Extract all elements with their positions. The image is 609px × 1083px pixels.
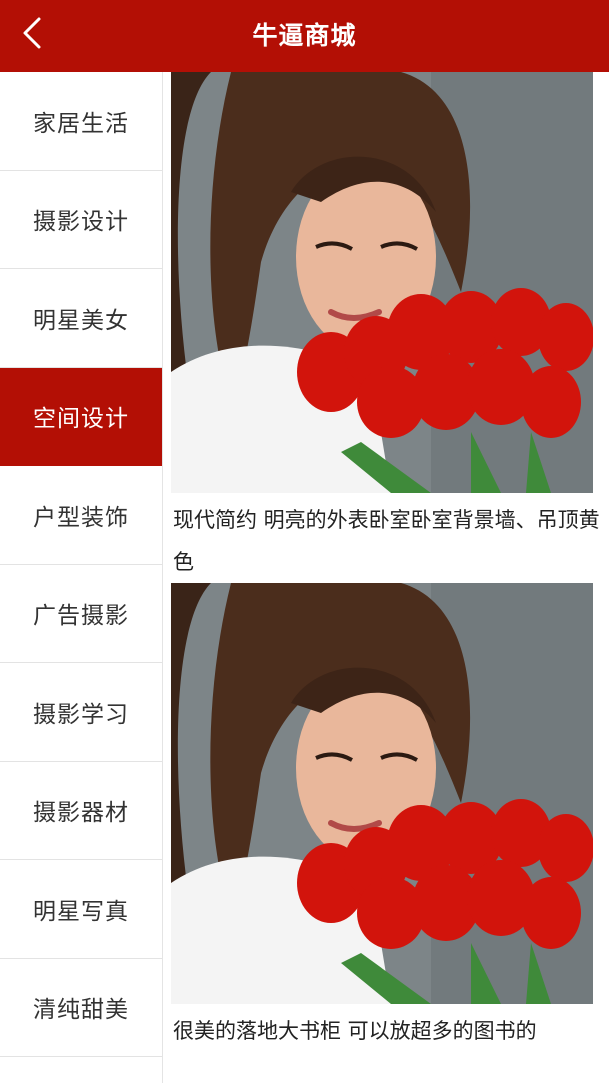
sidebar-item-label: 广告摄影 (33, 603, 129, 630)
sidebar-item-sweet[interactable]: 清纯甜美 (0, 959, 162, 1057)
product-photo (171, 583, 593, 1004)
category-sidebar: 家居生活 摄影设计 明星美女 空间设计 户型装饰 广告摄影 摄影学习 摄影器材 … (0, 72, 163, 1083)
product-card[interactable]: 很美的落地大书柜 可以放超多的图书的 (171, 583, 593, 1083)
product-caption: 很美的落地大书柜 可以放超多的图书的 (173, 1019, 537, 1043)
sidebar-item-photo-design[interactable]: 摄影设计 (0, 171, 162, 269)
header-bar: 牛逼商城 (0, 0, 609, 72)
sidebar-item-label: 空间设计 (33, 406, 129, 433)
sidebar-item-label: 清纯甜美 (33, 997, 129, 1024)
sidebar-item-label: 摄影器材 (33, 800, 129, 827)
sidebar-item-label: 摄影设计 (33, 209, 129, 236)
sidebar-item-home-life[interactable]: 家居生活 (0, 72, 162, 171)
sidebar-item-photo-learning[interactable]: 摄影学习 (0, 663, 162, 762)
product-caption: 现代简约 明亮的外表卧室卧室背景墙、吊顶黄色 (173, 508, 600, 574)
product-card[interactable]: 现代简约 明亮的外表卧室卧室背景墙、吊顶黄色 (171, 72, 600, 583)
sidebar-item-star-portrait[interactable]: 明星写真 (0, 860, 162, 959)
sidebar-item-label: 摄影学习 (33, 701, 129, 728)
sidebar-item-label: 户型装饰 (33, 504, 129, 531)
sidebar-item-ad-photo[interactable]: 广告摄影 (0, 565, 162, 663)
sidebar-item-label: 家居生活 (33, 110, 129, 137)
sidebar-item-label: 明星美女 (33, 307, 129, 334)
sidebar-item-decoration[interactable]: 户型装饰 (0, 466, 162, 565)
product-list: 现代简约 明亮的外表卧室卧室背景墙、吊顶黄色 很美的落地大书柜 可以放超多的图书… (163, 72, 609, 1083)
page-title: 牛逼商城 (252, 21, 357, 50)
sidebar-item-photo-gear[interactable]: 摄影器材 (0, 762, 162, 860)
sidebar-item-stars[interactable]: 明星美女 (0, 269, 162, 368)
sidebar-item-space-design[interactable]: 空间设计 (0, 367, 162, 466)
product-photo (171, 72, 593, 493)
sidebar-item-label: 明星写真 (33, 898, 129, 925)
